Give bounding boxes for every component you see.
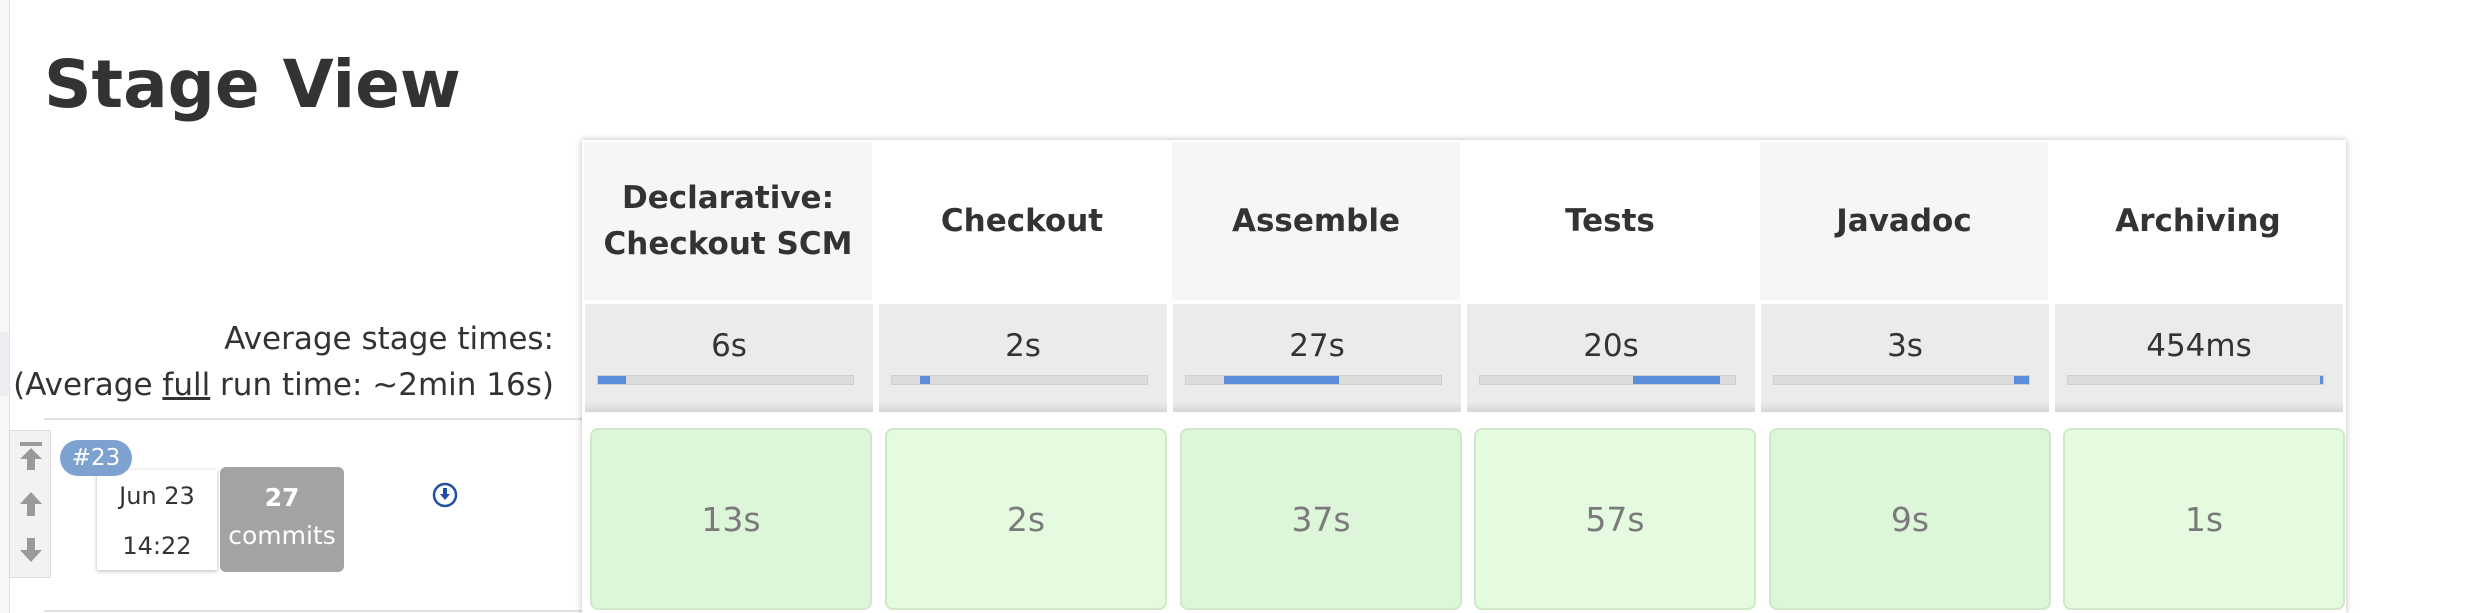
stage-header: Checkout: [878, 142, 1166, 300]
stage-average-cell: 20s: [1467, 304, 1755, 412]
stage-average-time: 20s: [1583, 328, 1639, 364]
average-label-line2: (Average full run time: ~2min 16s): [13, 367, 554, 403]
stage-progress-fill: [1633, 376, 1720, 384]
row-divider: [44, 418, 582, 420]
commits-count: 27: [264, 483, 300, 512]
stage-progress-bar: [2067, 375, 2324, 385]
stage-average-time: 2s: [1005, 328, 1041, 364]
stage-run-cell[interactable]: 57s: [1474, 428, 1756, 610]
stage-progress-fill: [920, 376, 931, 384]
full-run-time-link[interactable]: full: [162, 367, 210, 403]
commits-label: commits: [228, 521, 336, 550]
stage-scroll-controls: [9, 430, 51, 578]
stage-run-cell[interactable]: 13s: [590, 428, 872, 610]
row-divider: [44, 610, 582, 612]
stage-run-cell[interactable]: 9s: [1769, 428, 2051, 610]
scroll-to-top-icon[interactable]: [18, 441, 44, 471]
stage-average-cell: 27s: [1173, 304, 1461, 412]
stage-average-time: 3s: [1887, 328, 1923, 364]
commits-badge[interactable]: 27 commits: [220, 467, 344, 572]
stage-progress-fill: [2320, 376, 2323, 384]
stage-average-time: 454ms: [2146, 328, 2252, 364]
stage-progress-bar: [1479, 375, 1736, 385]
stage-progress-bar: [1185, 375, 1442, 385]
stage-header: Declarative: Checkout SCM: [584, 142, 872, 300]
stage-average-cell: 454ms: [2055, 304, 2343, 412]
build-number-badge[interactable]: #23: [60, 440, 132, 476]
average-stage-times-label: Average stage times: (Average full run t…: [13, 316, 554, 408]
stage-progress-bar: [1773, 375, 2030, 385]
stage-progress-fill: [598, 376, 627, 384]
scroll-up-icon[interactable]: [18, 489, 44, 519]
stage-average-time: 6s: [711, 328, 747, 364]
stage-header: Assemble: [1172, 142, 1460, 300]
stage-run-cell[interactable]: 1s: [2063, 428, 2345, 610]
stage-average-cell: 2s: [879, 304, 1167, 412]
stage-progress-bar: [891, 375, 1148, 385]
stage-header: Tests: [1466, 142, 1754, 300]
stage-average-time: 27s: [1289, 328, 1345, 364]
page-title: Stage View: [44, 46, 461, 123]
download-circle-icon[interactable]: [432, 482, 458, 508]
stage-view-table: Declarative: Checkout SCM 6s 13s Checkout 2s 2…: [582, 140, 2346, 613]
stage-average-cell: 6s: [585, 304, 873, 412]
stage-run-cell[interactable]: 2s: [885, 428, 1167, 610]
build-time: 14:22: [122, 532, 192, 560]
stage-progress-fill: [2013, 376, 2029, 384]
build-date: Jun 23: [119, 482, 195, 510]
stage-header: Javadoc: [1760, 142, 2048, 300]
stage-average-cell: 3s: [1761, 304, 2049, 412]
stage-progress-bar: [597, 375, 854, 385]
build-date-card: Jun 23 14:22: [97, 470, 217, 570]
stage-progress-fill: [1224, 376, 1339, 384]
stage-run-cell[interactable]: 37s: [1180, 428, 1462, 610]
average-label-line1: Average stage times:: [224, 321, 554, 357]
scroll-down-icon[interactable]: [18, 535, 44, 565]
stage-header: Archiving: [2054, 142, 2342, 300]
